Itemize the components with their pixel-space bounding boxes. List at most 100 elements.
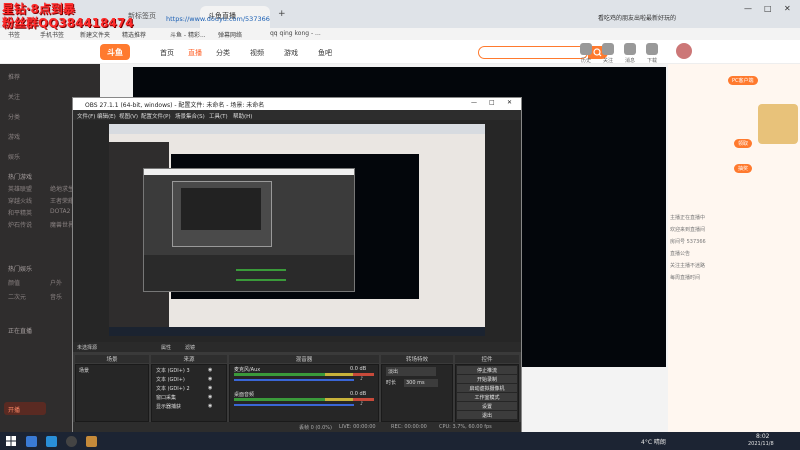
nav-item[interactable]: 分类 [216, 48, 230, 58]
obs-maximize-icon[interactable]: □ [489, 99, 495, 106]
pc-client-badge[interactable]: PC客户端 [728, 76, 758, 85]
maximize-icon[interactable]: □ [764, 4, 772, 13]
avatar[interactable] [676, 43, 692, 59]
menu-view[interactable]: 视图(V) [119, 112, 138, 120]
exit-button[interactable]: 退出 [457, 411, 517, 419]
mute-icon[interactable]: ♪ [360, 376, 363, 382]
sidebar-item[interactable]: 娱乐 [8, 152, 20, 161]
studio-mode-button[interactable]: 工作室模式 [457, 393, 517, 401]
download-icon[interactable] [646, 43, 658, 55]
bookmark-item[interactable]: 书签 [8, 30, 20, 39]
nested-taskbar [109, 327, 485, 336]
sidebar-item[interactable]: 分类 [8, 112, 20, 121]
sidebar-game[interactable]: 王者荣耀 [50, 196, 74, 205]
watermark-line2: 粉丝群QQ384418474 [2, 16, 134, 30]
bookmark-item[interactable]: 手机书签 [40, 30, 64, 39]
properties-button[interactable]: 属性 [161, 344, 171, 351]
menu-edit[interactable]: 编辑(E) [97, 112, 116, 120]
sidebar-game[interactable]: 魔兽世界 [50, 220, 74, 229]
source-item[interactable]: 显示器捕获 [156, 403, 181, 410]
volume-slider[interactable] [234, 404, 354, 406]
start-recording-button[interactable]: 开始录制 [457, 375, 517, 383]
minimize-icon[interactable]: — [744, 4, 752, 13]
search-input[interactable] [478, 46, 588, 59]
sidebar-item[interactable]: 关注 [8, 92, 20, 101]
bookmark-item[interactable]: 新建文件夹 [80, 30, 110, 39]
source-item[interactable]: 文本 (GDI+) [156, 376, 185, 383]
lottery-pill[interactable]: 抽奖 [734, 164, 753, 173]
scenes-dock: 场景 [75, 364, 149, 422]
mute-icon[interactable]: ♪ [360, 401, 363, 407]
source-item[interactable]: 文本 (GDI+) 3 [156, 367, 190, 374]
panel-line: 主播正在直播中 [670, 215, 706, 221]
source-item[interactable]: 窗口采集 [156, 394, 176, 401]
eye-icon[interactable]: ◉ [208, 403, 212, 409]
sidebar-item[interactable]: 推荐 [8, 72, 20, 81]
duration-input[interactable]: 300 ms [404, 379, 438, 387]
bookmark-item[interactable]: 弹幕网络 [218, 30, 242, 39]
source-item[interactable]: 文本 (GDI+) 2 [156, 385, 190, 392]
app-taskbar-icon[interactable] [86, 436, 97, 447]
transition-select[interactable]: 淡出 [386, 367, 436, 376]
menu-file[interactable]: 文件(F) [77, 112, 95, 120]
eye-icon[interactable]: ◉ [208, 376, 212, 382]
start-virtual-camera-button[interactable]: 启动虚拟摄像机 [457, 384, 517, 392]
menu-tools[interactable]: 工具(T) [209, 112, 228, 120]
eye-icon[interactable]: ◉ [208, 394, 212, 400]
search-icon[interactable] [26, 436, 37, 447]
stop-streaming-button[interactable]: 停止推流 [457, 366, 517, 374]
browser-taskbar-icon[interactable] [46, 436, 57, 447]
scene-item[interactable]: 场景 [79, 367, 89, 374]
obs-minimize-icon[interactable]: — [471, 99, 477, 106]
site-logo[interactable]: 斗鱼 [100, 44, 130, 60]
nested-obs-docks [144, 255, 354, 291]
menu-help[interactable]: 帮助(H) [233, 112, 252, 120]
nav-item[interactable]: 游戏 [284, 48, 298, 58]
eye-icon[interactable]: ◉ [208, 385, 212, 391]
mixer-channel-name: 麦克风/Aux [234, 367, 261, 373]
nav-item[interactable]: 视频 [250, 48, 264, 58]
url-text[interactable]: https://www.douyu.com/537366 [166, 15, 270, 23]
nav-item[interactable]: 首页 [160, 48, 174, 58]
sidebar-game[interactable]: DOTA2 [50, 208, 70, 215]
windows-start-icon[interactable] [6, 436, 16, 446]
sidebar-ent[interactable]: 颜值 [8, 278, 20, 287]
settings-button[interactable]: 设置 [457, 402, 517, 410]
nested-tabbar [109, 124, 485, 134]
eye-icon[interactable]: ◉ [208, 367, 212, 373]
reward-pill[interactable]: 领取 [734, 139, 753, 148]
obs-preview[interactable] [73, 120, 521, 342]
obs-title-bar: OBS 27.1.1 (64-bit, windows) - 配置文件: 未命名… [73, 98, 521, 110]
weather-text: 4°C 晴朗 [641, 439, 666, 446]
menu-profile[interactable]: 配置文件(P) [141, 112, 171, 120]
go-live-button[interactable]: 开播 [4, 402, 46, 415]
volume-slider[interactable] [234, 379, 354, 381]
promo-image[interactable] [758, 104, 798, 144]
bookmark-item[interactable]: qq qing kong - ... [270, 30, 321, 37]
nested-obs-inner-preview [181, 188, 261, 230]
sidebar-item[interactable]: 游戏 [8, 132, 20, 141]
close-icon[interactable]: ✕ [784, 4, 791, 13]
nav-item-active[interactable]: 直播 [188, 48, 202, 58]
obs-taskbar-icon[interactable] [66, 436, 77, 447]
sidebar-ent[interactable]: 二次元 [8, 292, 26, 301]
sidebar-ent[interactable]: 户外 [50, 278, 62, 287]
sidebar-game[interactable]: 炉石传说 [8, 220, 32, 229]
menu-scene-collection[interactable]: 场景集合(S) [175, 112, 205, 120]
no-source-label: 未选择源 [77, 345, 98, 351]
sidebar-game[interactable]: 穿越火线 [8, 196, 32, 205]
bookmark-item[interactable]: 精选推荐 [122, 30, 146, 39]
sidebar-game[interactable]: 绝地求生 [50, 184, 74, 193]
sidebar-game[interactable]: 和平精英 [8, 208, 32, 217]
filters-button[interactable]: 滤镜 [185, 344, 195, 351]
new-tab-icon[interactable]: + [278, 9, 286, 19]
nested-obs-window [143, 168, 355, 292]
sidebar-ent[interactable]: 音乐 [50, 292, 62, 301]
obs-close-icon[interactable]: ✕ [507, 99, 512, 106]
sidebar-game[interactable]: 英雄联盟 [8, 184, 32, 193]
history-icon[interactable] [580, 43, 592, 55]
message-icon[interactable] [624, 43, 636, 55]
bookmark-item[interactable]: 斗鱼 - 精彩... [170, 30, 206, 39]
nav-item[interactable]: 鱼吧 [318, 48, 332, 58]
follow-icon[interactable] [602, 43, 614, 55]
